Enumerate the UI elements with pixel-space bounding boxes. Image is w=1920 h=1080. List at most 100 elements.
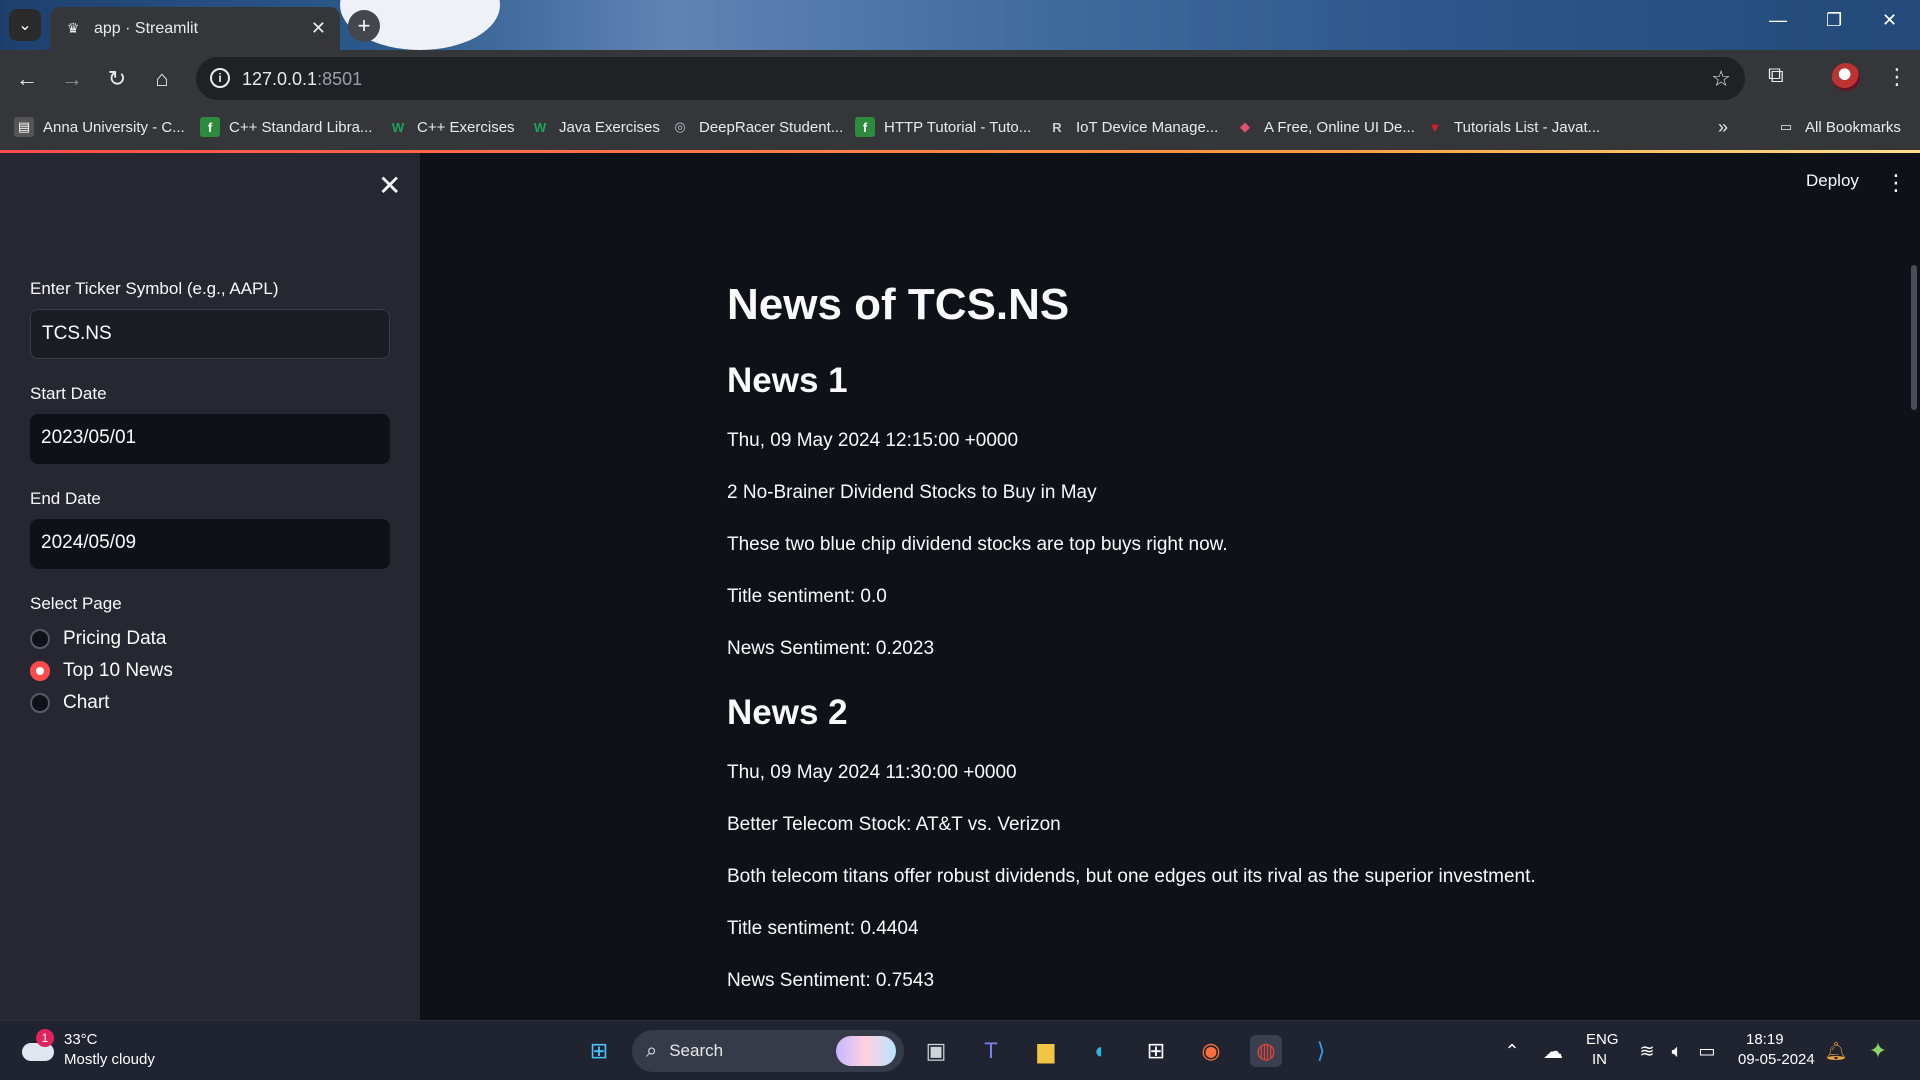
title-sentiment: Title sentiment: 0.0	[727, 586, 887, 607]
weather-temperature[interactable]: 33°C	[64, 1031, 98, 1048]
language-region[interactable]: IN	[1592, 1051, 1607, 1068]
radio-button[interactable]	[30, 693, 50, 713]
tab-search-button[interactable]: ⌄	[9, 9, 41, 41]
task-view-icon[interactable]: ▣	[920, 1035, 952, 1067]
back-icon[interactable]: ←	[12, 64, 42, 94]
bookmark-favicon-icon: W	[391, 119, 405, 135]
bookmark-favicon-icon: ▤	[14, 117, 34, 137]
close-window-icon[interactable]: ✕	[1882, 10, 1897, 31]
radio-top-10-news[interactable]: Top 10 News	[30, 660, 173, 682]
wifi-icon[interactable]: ≋	[1631, 1035, 1663, 1067]
browser-tab-strip: ⌄ ♛ app · Streamlit ✕ + — ❐ ✕	[0, 0, 1920, 50]
news-headline: 2 No-Brainer Dividend Stocks to Buy in M…	[727, 482, 1097, 503]
deploy-button[interactable]: Deploy	[1806, 171, 1859, 191]
bookmark-favicon-icon: R	[1052, 119, 1062, 135]
windows-start-icon[interactable]: ⊞	[583, 1035, 615, 1067]
copilot-icon[interactable]: ✦	[1862, 1035, 1894, 1067]
onedrive-icon[interactable]: ☁	[1537, 1035, 1569, 1067]
minimize-icon[interactable]: —	[1769, 10, 1787, 31]
sidebar: ✕ Enter Ticker Symbol (e.g., AAPL) TCS.N…	[0, 153, 420, 1020]
select-page-label: Select Page	[30, 594, 122, 613]
start-date-input[interactable]: 2023/05/01	[30, 414, 390, 464]
new-tab-button[interactable]: +	[348, 10, 380, 42]
site-info-icon[interactable]: i	[210, 68, 230, 88]
file-explorer-icon[interactable]: ▆	[1030, 1035, 1062, 1067]
main-area	[420, 153, 1920, 1020]
radio-pricing-data[interactable]: Pricing Data	[30, 628, 167, 650]
radio-button[interactable]	[30, 629, 50, 649]
bookmark-item[interactable]: ◎ DeepRacer Student...	[670, 117, 843, 137]
news-sentiment: News Sentiment: 0.7543	[727, 970, 935, 991]
bookmark-favicon-icon: ◆	[1240, 119, 1250, 134]
taskbar: 1 33°C Mostly cloudy ⊞ ⌕ Search ▣ T ▆ ◐ …	[0, 1020, 1920, 1080]
bookmark-item[interactable]: R IoT Device Manage...	[1047, 117, 1218, 137]
clock-time[interactable]: 18:19	[1746, 1031, 1784, 1048]
close-tab-icon[interactable]: ✕	[311, 18, 326, 39]
search-highlight-art	[836, 1036, 896, 1066]
browser-menu-icon[interactable]: ⋮	[1886, 64, 1908, 90]
browser-toolbar: ← → ↻ ⌂ i 127.0.0.1:8501 ☆	[0, 50, 1920, 108]
page-title: News of TCS.NS	[727, 280, 1070, 329]
radio-chart[interactable]: Chart	[30, 692, 109, 714]
news-summary: These two blue chip dividend stocks are …	[727, 534, 1228, 555]
chrome-icon[interactable]: ◍	[1250, 1035, 1282, 1067]
news-sentiment: News Sentiment: 0.2023	[727, 638, 935, 659]
notification-badge: 1	[36, 1029, 54, 1047]
address-bar[interactable]: i 127.0.0.1:8501 ☆	[196, 57, 1745, 100]
end-date-input[interactable]: 2024/05/09	[30, 519, 390, 569]
store-icon[interactable]: ⊞	[1140, 1035, 1172, 1067]
teams-icon[interactable]: T	[975, 1035, 1007, 1067]
bookmark-item[interactable]: W C++ Exercises	[388, 117, 515, 137]
bookmark-item[interactable]: ▼ Tutorials List - Javat...	[1425, 117, 1601, 137]
taskbar-search[interactable]: ⌕ Search	[632, 1030, 904, 1072]
weather-condition[interactable]: Mostly cloudy	[64, 1051, 155, 1068]
restore-icon[interactable]: ❐	[1826, 10, 1842, 31]
news-summary: Both telecom titans offer robust dividen…	[727, 866, 1536, 887]
bookmark-star-icon[interactable]: ☆	[1711, 66, 1731, 92]
bookmark-item[interactable]: ▤ Anna University - C...	[14, 117, 185, 137]
close-sidebar-icon[interactable]: ✕	[378, 169, 401, 202]
start-date-label: Start Date	[30, 384, 107, 403]
extensions-icon[interactable]: ⧉	[1768, 62, 1784, 88]
news-headline: Better Telecom Stock: AT&T vs. Verizon	[727, 814, 1061, 835]
more-bookmarks-icon[interactable]: »	[1718, 117, 1728, 138]
reload-icon[interactable]: ↻	[102, 64, 132, 94]
end-date-label: End Date	[30, 489, 101, 508]
vscode-icon[interactable]: ⟩	[1305, 1035, 1337, 1067]
bookmark-item[interactable]: f C++ Standard Libra...	[200, 117, 372, 137]
bookmark-favicon-icon: ◎	[674, 119, 686, 134]
radio-button-selected[interactable]	[30, 661, 50, 681]
home-icon[interactable]: ⌂	[147, 64, 177, 94]
edge-icon[interactable]: ◐	[1085, 1035, 1117, 1067]
bookmark-item[interactable]: f HTTP Tutorial - Tuto...	[855, 117, 1031, 137]
bookmark-favicon-icon: f	[200, 117, 220, 137]
news-date: Thu, 09 May 2024 11:30:00 +0000	[727, 762, 1017, 783]
ticker-input[interactable]: TCS.NS	[30, 309, 390, 359]
streamlit-favicon-icon: ♛	[66, 20, 80, 36]
title-sentiment: Title sentiment: 0.4404	[727, 918, 919, 939]
forward-icon[interactable]: →	[57, 64, 87, 94]
notification-bell-icon[interactable]: 🔔︎	[1820, 1035, 1852, 1067]
show-hidden-icons[interactable]: ⌃	[1496, 1035, 1528, 1067]
folder-icon: ▭	[1779, 119, 1793, 134]
bookmark-favicon-icon: ▼	[1428, 119, 1442, 135]
bookmark-favicon-icon: f	[855, 117, 875, 137]
news-heading: News 1	[727, 361, 848, 400]
clock-date[interactable]: 09-05-2024	[1738, 1051, 1815, 1068]
profile-avatar[interactable]	[1832, 63, 1860, 91]
battery-icon[interactable]: ▭	[1691, 1035, 1723, 1067]
scrollbar[interactable]	[1911, 265, 1917, 410]
search-icon: ⌕	[646, 1039, 658, 1062]
bookmark-item[interactable]: W Java Exercises	[530, 117, 660, 137]
main-menu-icon[interactable]: ⋮	[1885, 170, 1907, 196]
all-bookmarks[interactable]: ▭ All Bookmarks	[1776, 117, 1901, 137]
bookmark-item[interactable]: ◆ A Free, Online UI De...	[1235, 117, 1415, 137]
firefox-icon[interactable]: ◉	[1195, 1035, 1227, 1067]
news-date: Thu, 09 May 2024 12:15:00 +0000	[727, 430, 1019, 451]
volume-icon[interactable]: 🔈︎	[1661, 1035, 1693, 1067]
language-code[interactable]: ENG	[1586, 1031, 1619, 1048]
ticker-label: Enter Ticker Symbol (e.g., AAPL)	[30, 279, 279, 298]
news-heading: News 2	[727, 693, 848, 732]
browser-tab-active[interactable]: ♛ app · Streamlit ✕	[50, 7, 340, 50]
weather-cloud-icon[interactable]: 1	[22, 1029, 56, 1061]
